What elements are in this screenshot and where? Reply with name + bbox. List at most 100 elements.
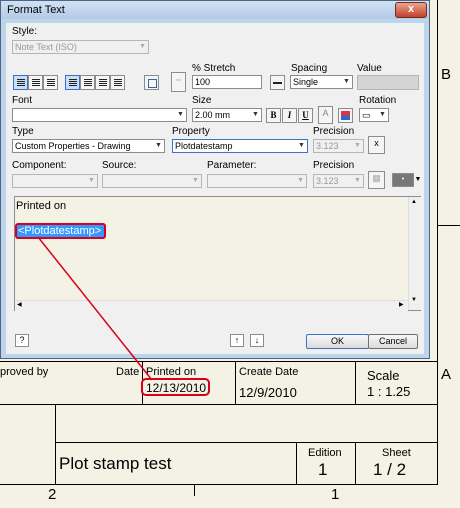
edition-value: 1	[318, 460, 328, 479]
align-middle-button[interactable]	[80, 75, 95, 90]
component-dropdown[interactable]: ▼	[12, 174, 98, 188]
precision2-label: Precision	[313, 160, 355, 171]
chevron-down-icon: ▼	[379, 111, 386, 118]
chevron-down-icon: ▼	[192, 177, 199, 184]
scroll-down-icon[interactable]: ▼	[411, 297, 417, 303]
bold-button[interactable]: B	[266, 108, 281, 123]
editor-hscrollbar[interactable]: ◀ ▶	[15, 300, 408, 311]
align-bottom-icon	[99, 79, 107, 86]
insert-symbol-arrow[interactable]: ▼	[414, 173, 422, 187]
help-button[interactable]: ?	[15, 334, 29, 347]
align-middle-icon	[84, 79, 92, 86]
italic-button[interactable]: I	[282, 108, 297, 123]
component-label: Component:	[12, 160, 67, 171]
date-label: Date	[116, 366, 140, 378]
precision-dropdown[interactable]: 3.123 ▼	[313, 139, 364, 153]
align-left-icon	[17, 79, 25, 86]
tb-line-v-sheet	[355, 442, 356, 485]
chevron-down-icon: ▼	[298, 142, 305, 149]
align-justify-button[interactable]	[110, 75, 125, 90]
edition-label: Edition	[308, 447, 342, 459]
printed-on-callout	[141, 378, 210, 396]
line-spacing-icon	[273, 82, 282, 84]
create-date-value: 12/9/2010	[239, 385, 297, 400]
align-center-icon	[32, 79, 40, 86]
align-bottom-button[interactable]	[95, 75, 110, 90]
underline-button[interactable]: U	[298, 108, 313, 123]
font-dropdown[interactable]: ▼	[12, 108, 187, 122]
align-justify-icon	[114, 79, 122, 86]
move-down-button[interactable]: ↓	[250, 334, 264, 347]
tb-line-top	[0, 361, 437, 362]
property-dropdown[interactable]: Plotdatestamp ▼	[172, 139, 308, 153]
property-value: Plotdatestamp	[175, 141, 233, 151]
style-dropdown[interactable]: Note Text (ISO) ▼	[12, 40, 149, 54]
editor-scrollbar[interactable]: ▲ ▼	[408, 197, 421, 310]
zone-label-a: A	[441, 366, 452, 383]
type-dropdown[interactable]: Custom Properties - Drawing ▼	[12, 139, 165, 153]
precision-value: 3.123	[316, 141, 339, 151]
close-button[interactable]: x	[395, 2, 427, 18]
editor-line-1: Printed on	[16, 200, 67, 212]
chevron-down-icon: ▼	[88, 177, 95, 184]
scale-value: 1 : 1.25	[367, 384, 411, 399]
stretch-value: 100	[195, 77, 211, 87]
rotation-icon: ▭	[362, 110, 371, 120]
text-editor[interactable]: Printed on <Plotdatestamp> ▲ ▼ ◀ ▶	[14, 196, 421, 311]
source-label: Source:	[102, 160, 137, 171]
dialog-titlebar[interactable]: Format Text x	[1, 1, 429, 19]
stretch-input[interactable]: 100	[192, 75, 262, 89]
value-input[interactable]	[357, 75, 419, 90]
size-label: Size	[192, 95, 212, 106]
spacing-value: Single	[293, 77, 319, 87]
image-button[interactable]	[144, 75, 159, 90]
symbol-button[interactable]: ▦	[368, 171, 385, 189]
ok-button[interactable]: OK	[306, 334, 369, 349]
parameter-label: Parameter:	[207, 160, 257, 171]
cancel-button[interactable]: Cancel	[368, 334, 418, 349]
precision2-dropdown[interactable]: 3.123 ▼	[313, 174, 364, 188]
align-right-button[interactable]	[43, 75, 58, 90]
printed-on-label: Printed on	[146, 366, 197, 378]
tb-line-h2	[55, 442, 437, 443]
align-top-icon	[69, 79, 77, 86]
source-dropdown[interactable]: ▼	[102, 174, 202, 188]
sheet-border-right	[437, 0, 438, 485]
style-label: Style:	[12, 26, 38, 37]
align-left-button[interactable]	[13, 75, 28, 90]
rotation-dropdown[interactable]: ▭ ▼	[359, 108, 389, 122]
move-up-button[interactable]: ↑	[230, 334, 244, 347]
chevron-down-icon: ▼	[155, 142, 162, 149]
scroll-up-icon[interactable]: ▲	[411, 199, 417, 205]
size-dropdown[interactable]: 2.00 mm ▼	[192, 108, 262, 122]
approved-by-label: proved by	[0, 366, 49, 378]
editor-token-highlight: <Plotdatestamp>	[15, 223, 106, 239]
insert-symbol-button[interactable]: •	[392, 173, 414, 187]
zone-tick-b	[437, 225, 460, 226]
fit-text-button[interactable]: ⇔	[171, 72, 186, 92]
stretch-label: % Stretch	[192, 63, 236, 74]
precision-label: Precision	[313, 126, 355, 137]
type-label: Type	[12, 126, 34, 137]
parameter-dropdown[interactable]: ▼	[207, 174, 307, 188]
line-spacing-icon-button[interactable]	[270, 75, 285, 90]
tb-line-v-left	[55, 404, 56, 485]
color-button[interactable]	[338, 108, 353, 123]
add-parameter-button[interactable]: x	[368, 136, 385, 154]
align-center-button[interactable]	[28, 75, 43, 90]
zone-label-b: B	[441, 66, 452, 83]
editor-token: <Plotdatestamp>	[18, 225, 102, 237]
format-text-dialog: Format Text x Style: Note Text (ISO) ▼ % …	[0, 0, 430, 359]
type-value: Custom Properties - Drawing	[15, 141, 131, 151]
spacing-label: Spacing	[291, 63, 328, 74]
align-top-button[interactable]	[65, 75, 80, 90]
spacing-dropdown[interactable]: Single ▼	[290, 75, 353, 89]
column-label-2: 2	[48, 486, 57, 503]
column-tick	[194, 485, 195, 496]
chevron-down-icon: ▼	[252, 111, 259, 118]
text-case-button[interactable]: A	[318, 106, 333, 124]
sheet-border-bottom	[0, 484, 438, 485]
scroll-left-icon[interactable]: ◀	[17, 301, 22, 308]
scroll-right-icon[interactable]: ▶	[399, 301, 404, 308]
chevron-down-icon: ▼	[139, 43, 146, 50]
